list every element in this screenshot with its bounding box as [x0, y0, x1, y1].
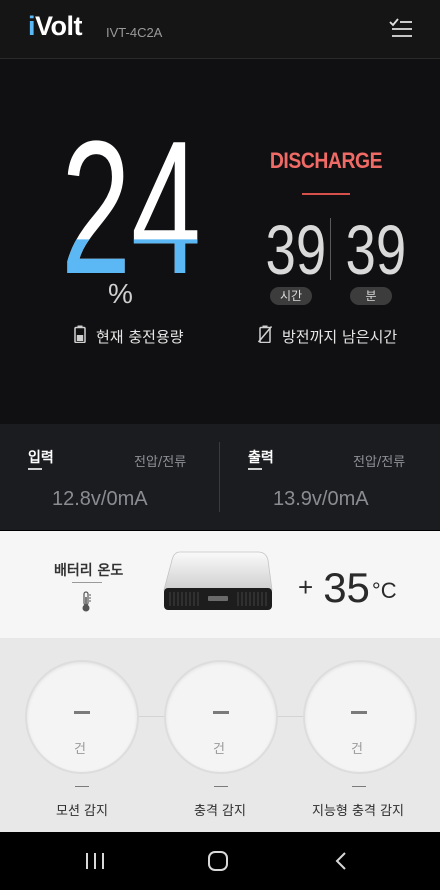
remaining-time-label: 방전까지 남은시간 [257, 325, 397, 347]
motion-count-unit: 건 [74, 742, 86, 757]
battery-temp-value: + 35 °C [298, 564, 397, 612]
input-subtitle: 전압/전류 [134, 455, 187, 470]
ivolt-logo: iVolt [28, 11, 83, 41]
battery-temp-label: 배터리 온도 [54, 563, 124, 579]
temp-label-underline [72, 582, 102, 583]
recent-apps-icon[interactable] [84, 851, 106, 875]
remaining-hours: 39 [265, 211, 327, 289]
output-title-underline [248, 468, 262, 470]
output-subtitle: 전압/전류 [353, 455, 406, 470]
impact-count-unit: 건 [213, 742, 225, 757]
checklist-menu-icon[interactable] [388, 16, 416, 42]
motion-detect-label: 모션 감지 [56, 804, 108, 819]
io-divider [219, 442, 220, 512]
thermometer-icon [80, 591, 92, 617]
input-value: 12.8v/0mA [52, 488, 148, 510]
motion-count-dash [74, 711, 90, 714]
input-title-underline [28, 468, 42, 470]
device-model: IVT-4C2A [106, 25, 163, 40]
output-title: 출력 [248, 450, 274, 466]
temp-number: 35 [323, 564, 370, 611]
io-panel [0, 424, 440, 530]
time-divider [330, 218, 331, 280]
impact-label-dash [214, 786, 228, 787]
battery-level-number: 24 24 [56, 78, 206, 314]
impact-count-dash [213, 711, 229, 714]
smart-impact-count-unit: 건 [351, 742, 363, 757]
output-value: 13.9v/0mA [273, 488, 369, 510]
input-title: 입력 [28, 450, 54, 466]
smart-impact-detect-label: 지능형 충격 감지 [312, 804, 404, 819]
power-bank-image [162, 548, 274, 616]
percent-sign: % [108, 278, 133, 309]
minutes-unit-badge: 분 [350, 287, 392, 305]
discharge-status: DISCHARGE [269, 148, 383, 173]
back-icon[interactable] [333, 850, 349, 876]
smart-impact-label-dash [352, 786, 366, 787]
remaining-minutes: 39 [345, 211, 407, 289]
smart-impact-count-dash [351, 711, 367, 714]
battery-off-icon [257, 325, 273, 347]
home-icon[interactable] [206, 850, 230, 876]
current-capacity-label: 현재 충전용량 [74, 325, 184, 347]
hours-unit-badge: 시간 [270, 287, 312, 305]
temp-unit: °C [371, 578, 397, 603]
motion-label-dash [75, 786, 89, 787]
temp-sign: + [298, 572, 314, 602]
battery-icon [74, 325, 86, 347]
impact-detect-label: 충격 감지 [194, 804, 246, 819]
discharge-underline [302, 193, 350, 195]
